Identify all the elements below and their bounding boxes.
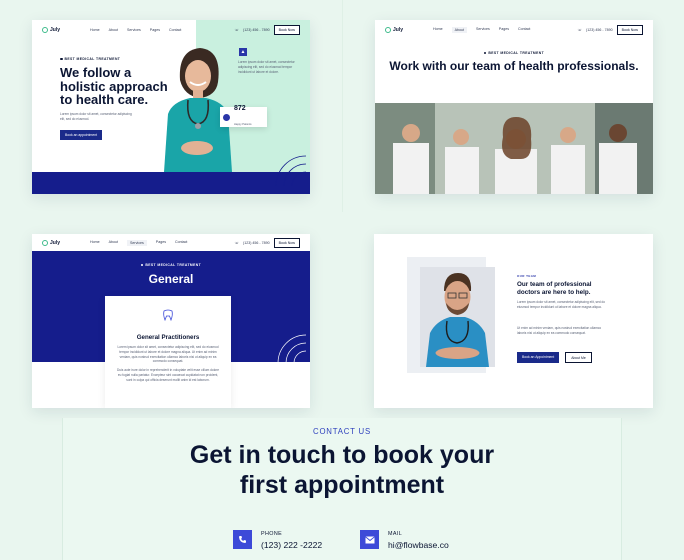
general-eyebrow: BEST MEDICAL TREATMENT (32, 263, 310, 267)
nav-links: Home About Services Pages Contact (433, 27, 530, 33)
doctors-headline: Our team of professional doctors are her… (517, 281, 592, 296)
tooth-icon (163, 309, 173, 322)
section-divider (342, 0, 343, 212)
decorative-rings (277, 334, 306, 363)
phone-value[interactable]: (123) 222 -2222 (261, 540, 322, 550)
nav-phone[interactable]: (123) 456 - 7890 (243, 28, 270, 32)
logo[interactable]: July (385, 27, 403, 33)
nav-services[interactable]: Services (127, 239, 147, 246)
team-eyebrow: BEST MEDICAL TREATMENT (375, 51, 653, 55)
logo-icon (42, 27, 48, 33)
nav-right: ☏ (123) 456 - 7890 Book Now (235, 25, 300, 35)
hero-side-text: Lorem ipsum dolor sit amet, consectetur … (238, 60, 295, 74)
nav-phone[interactable]: (123) 456 - 7890 (243, 241, 270, 245)
nav-pages[interactable]: Pages (150, 28, 160, 32)
team-photo (375, 103, 653, 194)
contact-eyebrow: CONTACT US (313, 427, 371, 436)
service-detail-box: General Practitioners Lorem ipsum dolor … (105, 296, 231, 408)
doctors-paragraph-2: Ut enim ad minim veniam, quis nostrud ex… (517, 326, 602, 335)
team-eyebrow: OUR TEAM (517, 274, 537, 278)
decorative-rings (275, 155, 306, 186)
nav-right: ☏ (123) 456 - 7890 Book Now (578, 25, 643, 35)
phone-label: PHONE (261, 531, 283, 537)
book-appointment-button[interactable]: Book an appointment (60, 130, 103, 140)
logo-icon (42, 239, 48, 246)
service-text-1: Lorem ipsum dolor sit amet, consectetur … (117, 345, 219, 364)
nav-home[interactable]: Home (90, 240, 100, 246)
logo[interactable]: July (42, 239, 61, 246)
general-headline: General (148, 272, 194, 286)
mail-value[interactable]: hi@flowbase.co (388, 540, 449, 550)
mail-label: MAIL (388, 531, 403, 537)
contact-headline-line2: first appointment (239, 471, 445, 499)
preview-card-home[interactable]: July Home About Services Pages Contact ☏… (32, 20, 310, 194)
nav-services[interactable]: Services (476, 27, 490, 33)
contact-phone[interactable]: PHONE (123) 222 -2222 (233, 530, 322, 550)
nav-about[interactable]: About (451, 27, 468, 33)
book-now-button[interactable]: Book Now (616, 25, 643, 35)
logo-text: July (50, 27, 61, 33)
nav-pages[interactable]: Pages (156, 240, 166, 246)
logo-text: July (50, 239, 61, 246)
service-title: General Practitioners (136, 334, 200, 341)
nav-right: ☏ (123) 456 - 7890 Book Now (234, 237, 300, 248)
book-now-button[interactable]: Book Now (273, 25, 300, 35)
nav-contact[interactable]: Contact (175, 240, 187, 246)
navbar: July Home About Services Pages Contact ☏… (32, 234, 310, 251)
phone-icon: ☏ (577, 28, 583, 32)
nav-pages[interactable]: Pages (499, 27, 509, 33)
nav-contact[interactable]: Contact (169, 28, 181, 32)
phone-icon: ☏ (234, 28, 240, 32)
preview-card-team[interactable]: July Home About Services Pages Contact ☏… (375, 20, 653, 194)
nav-about[interactable]: About (109, 28, 118, 32)
hero-eyebrow: BEST MEDICAL TREATMENT (60, 57, 120, 61)
contact-headline-line1: Get in touch to book your (189, 441, 495, 469)
phone-icon: ☏ (234, 240, 240, 245)
doctor-photo (420, 267, 495, 367)
nav-links: Home About Services Pages Contact (90, 239, 187, 246)
mail-icon (360, 530, 379, 549)
navbar: July Home About Services Pages Contact ☏… (375, 20, 653, 40)
nav-about[interactable]: About (109, 240, 118, 246)
service-text-2: Duis aute irure dolor in reprehenderit i… (116, 368, 220, 382)
nav-services[interactable]: Services (127, 28, 141, 32)
logo-icon (385, 27, 391, 33)
stat-value: 872 (234, 104, 246, 112)
nav-phone[interactable]: (123) 456 - 7890 (586, 28, 613, 32)
nav-home[interactable]: Home (90, 28, 100, 32)
navbar: July Home About Services Pages Contact ☏… (32, 20, 310, 40)
contact-headline: Get in touch to book your first appointm… (63, 440, 621, 500)
nav-contact[interactable]: Contact (518, 27, 530, 33)
logo[interactable]: July (42, 27, 60, 33)
team-headline: Work with our team of health professiona… (389, 59, 639, 73)
stat-label: Happy Patients (234, 122, 252, 126)
phone-icon (233, 530, 252, 549)
doctors-buttons: Book an Appointment About Me (517, 352, 592, 364)
logo-text: July (393, 27, 404, 33)
contact-section: CONTACT US Get in touch to book your fir… (62, 418, 622, 560)
book-appointment-button[interactable]: Book an Appointment (517, 352, 560, 364)
nav-home[interactable]: Home (433, 27, 443, 33)
preview-card-general[interactable]: July Home About Services Pages Contact ☏… (32, 234, 310, 408)
hero-description: Lorem ipsum dolor sit amet, consectetur … (60, 112, 132, 121)
doctors-paragraph-1: Lorem ipsum dolor sit amet, consectetur … (517, 300, 606, 309)
heart-icon (223, 113, 230, 121)
happy-patients-stat: 872 Happy Patients (220, 104, 267, 127)
preview-card-doctors[interactable]: OUR TEAM Our team of professional doctor… (374, 234, 653, 408)
book-now-button[interactable]: Book Now (273, 237, 300, 248)
nav-links: Home About Services Pages Contact (90, 28, 181, 32)
contact-mail[interactable]: MAIL hi@flowbase.co (360, 530, 449, 550)
about-me-button[interactable]: About Me (565, 352, 592, 364)
nurse-photo (164, 48, 232, 172)
